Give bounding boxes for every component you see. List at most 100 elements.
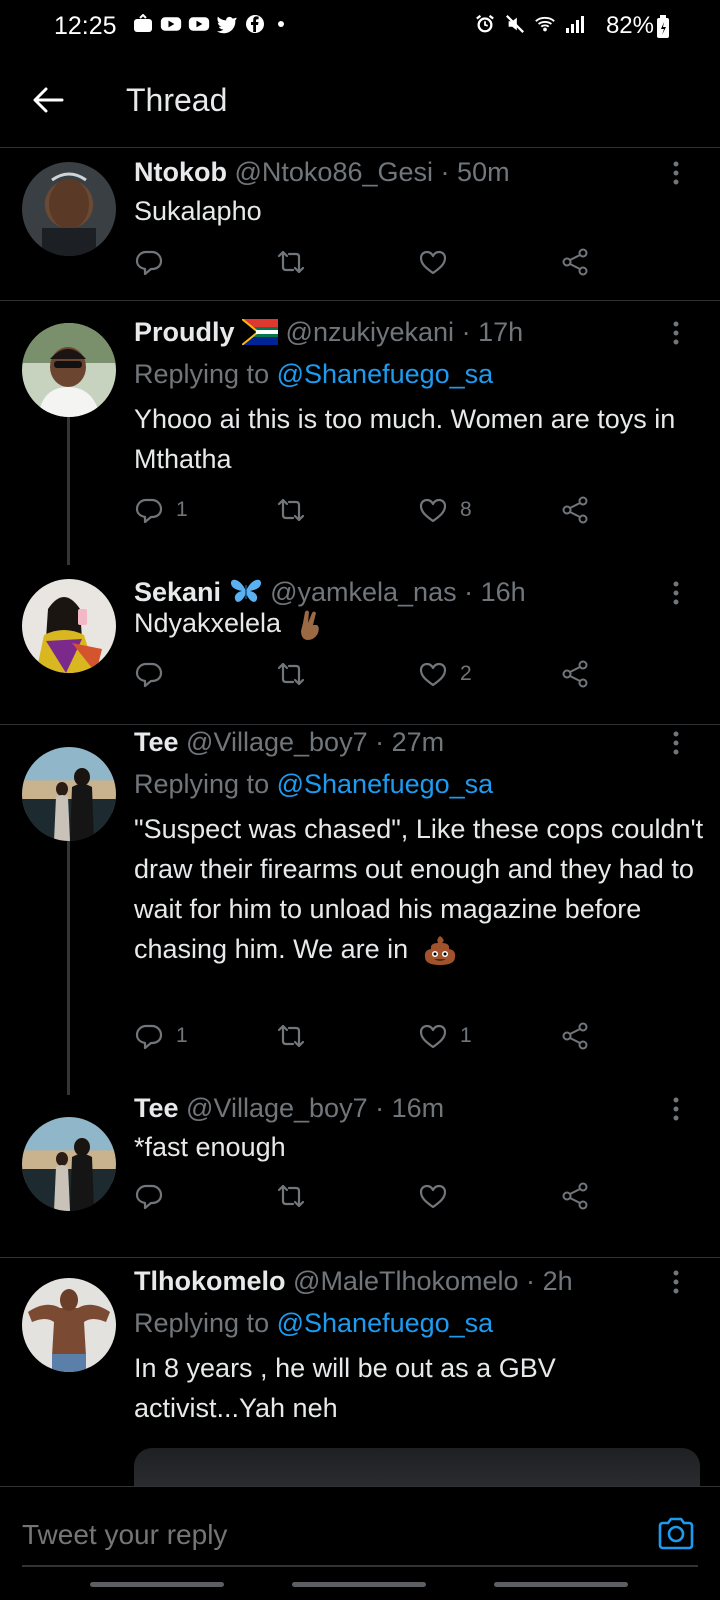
tweet[interactable]: Ntokob @Ntoko86_Gesi · 50m Sukalapho bbox=[0, 149, 720, 301]
camera-icon[interactable] bbox=[656, 1513, 696, 1553]
tweet[interactable]: Sekani @yamkela_nas · 16h Ndyakxelela 2 bbox=[0, 561, 720, 725]
reply-icon bbox=[135, 662, 163, 688]
butterfly-icon bbox=[230, 579, 261, 602]
facebook-icon bbox=[246, 15, 264, 33]
more-icon[interactable] bbox=[672, 581, 680, 605]
reply-button[interactable]: 1 bbox=[134, 1021, 188, 1051]
share-button[interactable] bbox=[560, 1181, 590, 1211]
more-icon[interactable] bbox=[672, 1270, 680, 1294]
like-button[interactable]: 2 bbox=[418, 659, 472, 689]
retweet-button[interactable] bbox=[276, 247, 318, 277]
tweet[interactable]: Tee @Village_boy7 · 27m Replying to @Sha… bbox=[0, 725, 720, 1095]
tweet-text: In 8 years , he will be out as a GBV act… bbox=[134, 1353, 556, 1423]
retweet-button[interactable] bbox=[276, 1181, 318, 1211]
retweet-button[interactable] bbox=[276, 659, 318, 689]
retweet-icon bbox=[277, 250, 305, 274]
timestamp: 16m bbox=[391, 1093, 445, 1123]
replying-to: Replying to @Shanefuego_sa bbox=[134, 1308, 493, 1339]
retweet-icon bbox=[277, 1024, 305, 1048]
app-notification-icon bbox=[134, 14, 152, 32]
tweet[interactable]: Tee @Village_boy7 · 16m *fast enough bbox=[0, 1091, 720, 1258]
more-icon[interactable] bbox=[672, 731, 680, 755]
display-name[interactable]: Tee bbox=[134, 1093, 179, 1123]
reply-icon bbox=[135, 1024, 163, 1050]
separator-dot: · bbox=[526, 1266, 536, 1296]
handle[interactable]: @Village_boy7 bbox=[186, 727, 368, 757]
reply-button[interactable] bbox=[134, 659, 176, 689]
handle[interactable]: @Ntoko86_Gesi bbox=[235, 157, 434, 187]
avatar[interactable] bbox=[22, 1278, 116, 1372]
retweet-button[interactable] bbox=[276, 495, 318, 525]
tweet-actions: 1 1 bbox=[134, 1021, 614, 1057]
reply-input[interactable] bbox=[22, 1515, 622, 1555]
reply-button[interactable] bbox=[134, 247, 176, 277]
avatar[interactable] bbox=[22, 579, 116, 673]
nav-back-button[interactable] bbox=[494, 1582, 628, 1587]
replying-to: Replying to @Shanefuego_sa bbox=[134, 769, 493, 800]
share-icon bbox=[562, 660, 588, 688]
more-icon[interactable] bbox=[672, 1097, 680, 1121]
navigation-bar bbox=[0, 1582, 720, 1600]
like-button[interactable]: 1 bbox=[418, 1021, 472, 1051]
dot-icon bbox=[278, 21, 284, 27]
display-name[interactable]: Ntokob bbox=[134, 157, 227, 187]
mention-link[interactable]: @Shanefuego_sa bbox=[277, 1308, 494, 1338]
mention-link[interactable]: @Shanefuego_sa bbox=[277, 769, 494, 799]
share-button[interactable] bbox=[560, 247, 590, 277]
like-icon bbox=[419, 498, 447, 523]
share-button[interactable] bbox=[560, 659, 590, 689]
handle[interactable]: @nzukiyekani bbox=[286, 317, 455, 347]
like-count: 2 bbox=[460, 662, 472, 685]
page-title: Thread bbox=[126, 82, 228, 118]
like-button[interactable] bbox=[418, 1181, 460, 1211]
poo-emoji bbox=[424, 935, 455, 965]
share-icon bbox=[562, 1182, 588, 1210]
share-icon bbox=[562, 1022, 588, 1050]
display-name[interactable]: Tlhokomelo bbox=[134, 1266, 286, 1296]
reply-button[interactable]: 1 bbox=[134, 495, 188, 525]
avatar[interactable] bbox=[22, 747, 116, 841]
retweet-icon bbox=[277, 1184, 305, 1208]
share-button[interactable] bbox=[560, 1021, 590, 1051]
reply-button[interactable] bbox=[134, 1181, 176, 1211]
tweet-text: Ndyakxelela bbox=[134, 603, 704, 643]
system-icons bbox=[474, 14, 586, 34]
tweet-media[interactable] bbox=[134, 1448, 700, 1488]
more-icon[interactable] bbox=[672, 161, 680, 185]
status-time: 12:25 bbox=[54, 12, 117, 40]
handle[interactable]: @Village_boy7 bbox=[186, 1093, 368, 1123]
display-name[interactable]: Proudly bbox=[134, 317, 235, 347]
avatar[interactable] bbox=[22, 323, 116, 417]
alarm-icon bbox=[476, 14, 494, 33]
reply-count: 1 bbox=[176, 498, 188, 521]
tweet[interactable]: Proudly @nzukiyekani · 17h Replying to @… bbox=[0, 301, 720, 565]
back-arrow-icon[interactable] bbox=[30, 82, 66, 118]
wifi-icon bbox=[535, 16, 555, 32]
nav-home-button[interactable] bbox=[292, 1582, 426, 1587]
reply-composer bbox=[0, 1486, 720, 1600]
reply-count: 1 bbox=[176, 1024, 188, 1047]
display-name[interactable]: Tee bbox=[134, 727, 179, 757]
like-button[interactable]: 8 bbox=[418, 495, 472, 525]
twitter-bird-icon bbox=[216, 16, 237, 34]
thread-header: Thread bbox=[0, 52, 720, 148]
mention-link[interactable]: @Shanefuego_sa bbox=[277, 359, 494, 389]
more-icon[interactable] bbox=[672, 321, 680, 345]
timestamp: 17h bbox=[478, 317, 524, 347]
like-button[interactable] bbox=[418, 247, 460, 277]
battery-icon bbox=[657, 15, 669, 38]
replying-to: Replying to @Shanefuego_sa bbox=[134, 359, 493, 390]
like-icon bbox=[419, 1184, 447, 1209]
tweet-actions: 2 bbox=[134, 659, 614, 695]
timestamp: 50m bbox=[457, 157, 510, 187]
youtube-icon bbox=[188, 17, 210, 31]
tweet-actions: 1 8 bbox=[134, 495, 614, 531]
share-button[interactable] bbox=[560, 495, 590, 525]
retweet-button[interactable] bbox=[276, 1021, 318, 1051]
handle[interactable]: @MaleTlhokomelo bbox=[293, 1266, 519, 1296]
avatar[interactable] bbox=[22, 162, 116, 256]
flag-icon bbox=[242, 319, 279, 345]
avatar[interactable] bbox=[22, 1117, 116, 1211]
retweet-icon bbox=[277, 498, 305, 522]
nav-recents-button[interactable] bbox=[90, 1582, 224, 1587]
